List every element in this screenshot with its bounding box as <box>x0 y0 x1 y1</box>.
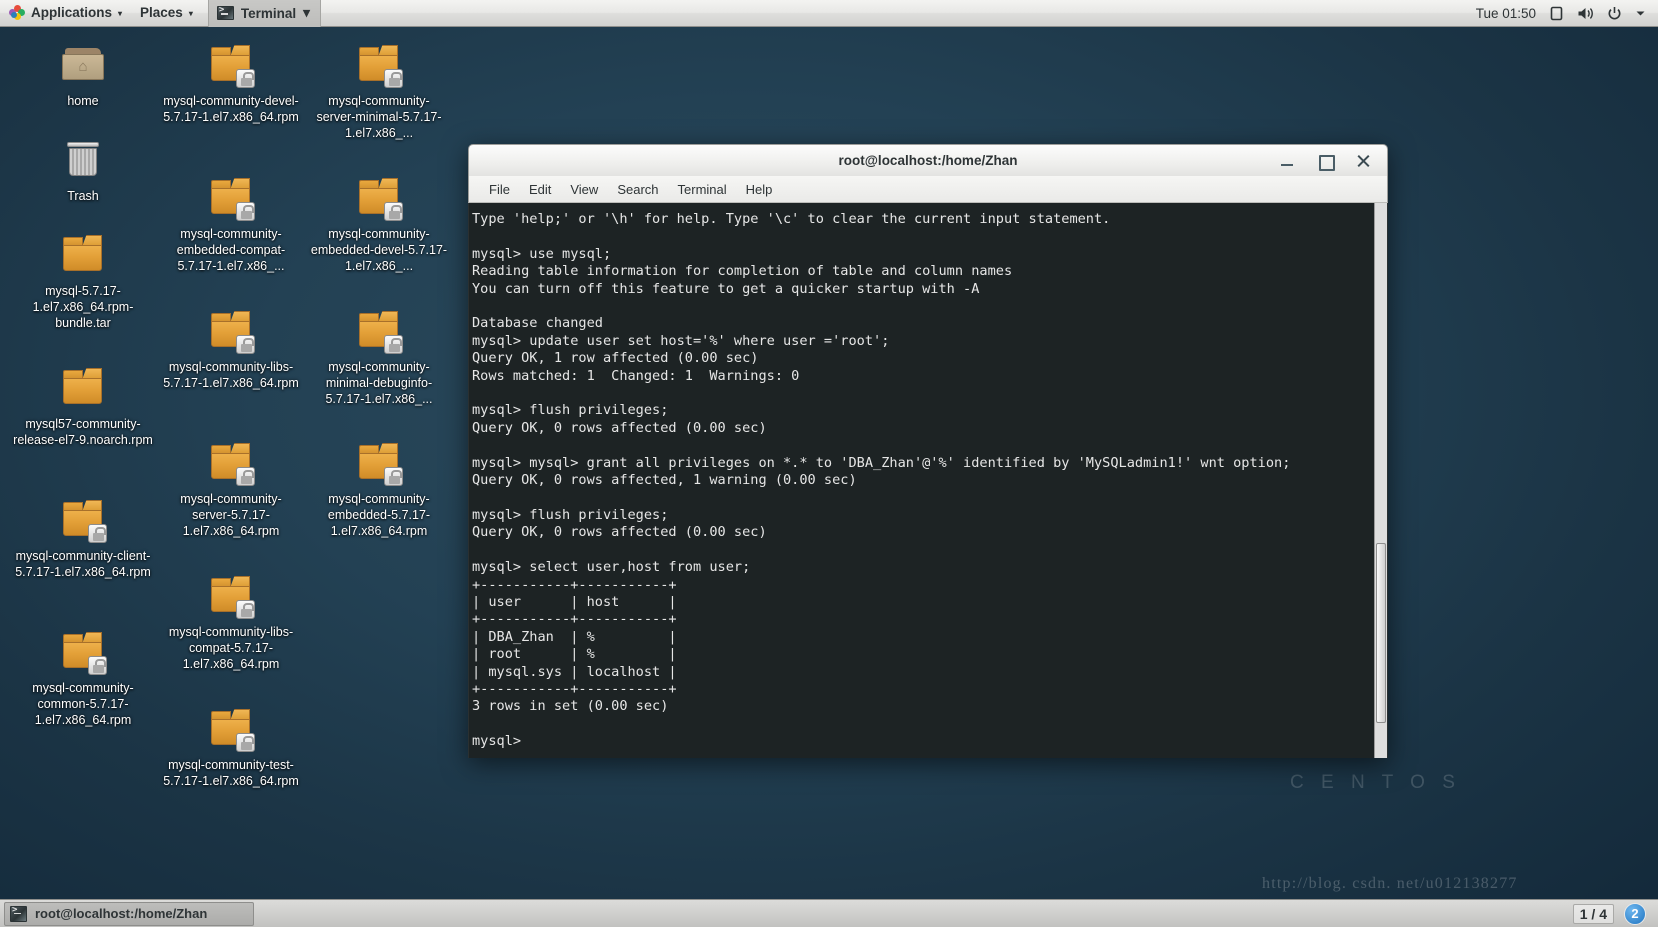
centos-logo-icon <box>9 5 25 21</box>
package-locked-icon <box>354 308 404 354</box>
package-locked-icon <box>206 42 256 88</box>
desktop-icon-label: mysql-community-libs-compat-5.7.17-1.el7… <box>168 625 294 671</box>
desktop-icon-mysql57-community-release[interactable]: mysql57-community-release-el7-9.noarch.r… <box>8 365 158 448</box>
desktop-icon-mysql-community-server[interactable]: mysql-community-server-5.7.17-1.el7.x86_… <box>156 440 306 539</box>
package-locked-icon <box>206 706 256 752</box>
package-locked-icon <box>206 308 256 354</box>
scrollbar-thumb[interactable] <box>1376 543 1386 723</box>
desktop-icon-label: mysql-community-embedded-compat-5.7.17-1… <box>176 227 286 273</box>
package-icon <box>58 232 108 278</box>
blog-watermark: http://blog. csdn. net/u012138277 <box>1262 875 1518 892</box>
desktop-icon-label: mysql-community-common-5.7.17-1.el7.x86_… <box>32 681 134 727</box>
terminal-icon <box>10 905 27 922</box>
chevron-down-icon: ▾ <box>303 5 310 20</box>
desktop-icon-mysql-community-minimal-debuginfo[interactable]: mysql-community-minimal-debuginfo-5.7.17… <box>304 308 454 407</box>
chevron-down-icon[interactable] <box>1635 8 1646 19</box>
menu-search[interactable]: Search <box>609 180 666 199</box>
desktop-icon-mysql-community-embedded-devel[interactable]: mysql-community-embedded-devel-5.7.17-1.… <box>304 175 454 274</box>
desktop-icon-label: Trash <box>67 189 99 203</box>
desktop-icon-mysql-community-libs[interactable]: mysql-community-libs-5.7.17-1.el7.x86_64… <box>156 308 306 391</box>
desktop-icon-label: mysql-community-embedded-5.7.17-1.el7.x8… <box>327 492 431 538</box>
top-panel: Applications ▾ Places ▾ Terminal ▾ Tue 0… <box>0 0 1658 27</box>
applications-menu[interactable]: Applications ▾ <box>0 0 131 26</box>
places-menu[interactable]: Places ▾ <box>131 0 202 26</box>
menu-view[interactable]: View <box>562 180 606 199</box>
window-menu-terminal[interactable]: Terminal ▾ <box>207 0 321 27</box>
minimize-button[interactable] <box>1279 153 1295 169</box>
desktop-icon-label: mysql-community-server-5.7.17-1.el7.x86_… <box>180 492 282 538</box>
package-locked-icon <box>206 175 256 221</box>
terminal-title: root@localhost:/home/Zhan <box>838 153 1018 168</box>
centos-watermark: C E N T O S <box>1290 772 1461 793</box>
package-locked-icon <box>206 573 256 619</box>
desktop-icon-mysql-community-devel[interactable]: mysql-community-devel-5.7.17-1.el7.x86_6… <box>156 42 306 125</box>
desktop-icon-mysql-community-embedded[interactable]: mysql-community-embedded-5.7.17-1.el7.x8… <box>304 440 454 539</box>
maximize-button[interactable] <box>1317 153 1335 171</box>
taskbar-item-terminal[interactable]: root@localhost:/home/Zhan <box>4 901 254 926</box>
desktop-icon-mysql-community-common[interactable]: mysql-community-common-5.7.17-1.el7.x86_… <box>8 629 158 728</box>
desktop-icon-trash[interactable]: Trash <box>8 137 158 204</box>
menu-terminal[interactable]: Terminal <box>670 180 735 199</box>
desktop-icon-label: mysql-community-libs-5.7.17-1.el7.x86_64… <box>163 360 299 390</box>
clock[interactable]: Tue 01:50 <box>1476 6 1536 21</box>
terminal-titlebar[interactable]: root@localhost:/home/Zhan <box>468 144 1388 176</box>
display-icon[interactable] <box>1549 6 1564 21</box>
terminal-menubar: File Edit View Search Terminal Help <box>468 176 1388 203</box>
desktop-icon-label: mysql-community-minimal-debuginfo-5.7.17… <box>325 360 433 406</box>
close-button[interactable] <box>1355 153 1371 169</box>
chevron-down-icon: ▾ <box>118 9 123 18</box>
workspace-badge[interactable]: 2 <box>1624 902 1646 925</box>
bottom-panel: root@localhost:/home/Zhan 1 / 4 2 <box>0 899 1658 927</box>
terminal-icon <box>216 5 234 20</box>
desktop-icon-label: mysql57-community-release-el7-9.noarch.r… <box>13 417 153 447</box>
trash-icon <box>58 137 108 183</box>
chevron-down-icon: ▾ <box>188 9 193 18</box>
package-locked-icon <box>58 497 108 543</box>
places-menu-label: Places <box>140 5 183 20</box>
desktop-icon-label: mysql-community-server-minimal-5.7.17-1.… <box>316 94 442 140</box>
desktop-icon-label: mysql-community-embedded-devel-5.7.17-1.… <box>310 227 448 273</box>
system-tray: Tue 01:50 <box>1476 6 1658 21</box>
package-locked-icon <box>58 629 108 675</box>
taskbar-item-label: root@localhost:/home/Zhan <box>35 906 208 921</box>
desktop-icon-mysql-community-server-minimal[interactable]: mysql-community-server-minimal-5.7.17-1.… <box>304 42 454 141</box>
desktop-icon-mysql-community-libs-compat[interactable]: mysql-community-libs-compat-5.7.17-1.el7… <box>156 573 306 672</box>
desktop-icon-label: home <box>67 94 99 108</box>
desktop-icon-mysql-bundle-tar[interactable]: mysql-5.7.17-1.el7.x86_64.rpm-bundle.tar <box>8 232 158 331</box>
package-locked-icon <box>354 42 404 88</box>
terminal-body[interactable]: Type 'help;' or '\h' for help. Type '\c'… <box>468 203 1388 758</box>
package-icon <box>58 365 108 411</box>
desktop-icon-home[interactable]: ⌂ home <box>8 42 158 109</box>
desktop-icon-label: mysql-5.7.17-1.el7.x86_64.rpm-bundle.tar <box>32 284 134 330</box>
terminal-scrollbar[interactable] <box>1374 203 1387 758</box>
folder-home-icon: ⌂ <box>58 42 108 88</box>
desktop-icon-label: mysql-community-client-5.7.17-1.el7.x86_… <box>15 549 151 579</box>
menu-help[interactable]: Help <box>738 180 781 199</box>
desktop-icon-mysql-community-test[interactable]: mysql-community-test-5.7.17-1.el7.x86_64… <box>156 706 306 789</box>
applications-menu-label: Applications <box>31 5 113 20</box>
desktop-icon-label: mysql-community-devel-5.7.17-1.el7.x86_6… <box>163 94 299 124</box>
window-menu-label: Terminal <box>240 5 297 21</box>
terminal-window[interactable]: root@localhost:/home/Zhan File Edit View… <box>468 144 1388 758</box>
menu-file[interactable]: File <box>481 180 518 199</box>
terminal-output[interactable]: Type 'help;' or '\h' for help. Type '\c'… <box>469 203 1374 758</box>
package-locked-icon <box>354 175 404 221</box>
workspace-count: 1 / 4 <box>1572 903 1614 924</box>
power-icon[interactable] <box>1607 6 1622 21</box>
menu-edit[interactable]: Edit <box>521 180 559 199</box>
desktop-icon-mysql-community-embedded-compat[interactable]: mysql-community-embedded-compat-5.7.17-1… <box>156 175 306 274</box>
desktop-icon-label: mysql-community-test-5.7.17-1.el7.x86_64… <box>163 758 299 788</box>
volume-icon[interactable] <box>1577 6 1594 21</box>
desktop-icon-mysql-community-client[interactable]: mysql-community-client-5.7.17-1.el7.x86_… <box>8 497 158 580</box>
package-locked-icon <box>206 440 256 486</box>
package-locked-icon <box>354 440 404 486</box>
workspace-switcher[interactable]: 1 / 4 2 <box>1572 902 1654 925</box>
